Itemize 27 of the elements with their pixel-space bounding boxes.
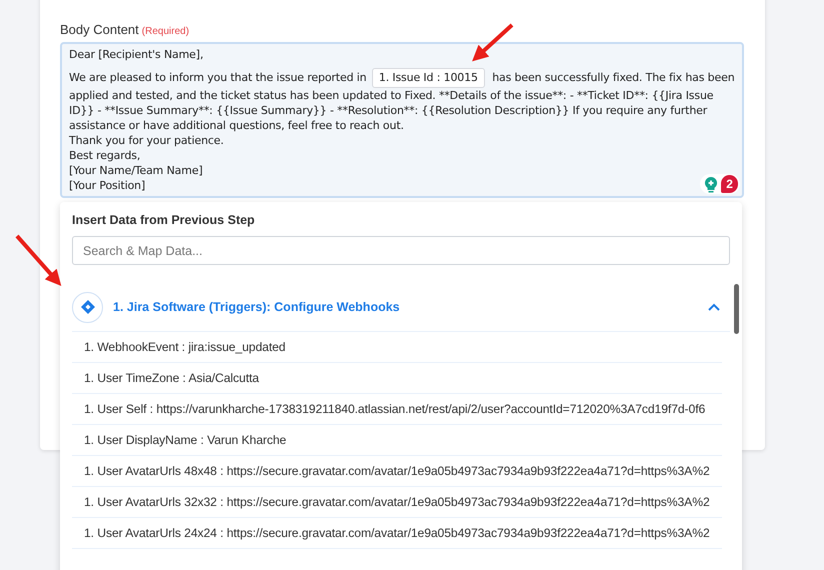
scrollbar-thumb[interactable]	[734, 284, 739, 334]
data-field-item[interactable]: 1. User Self : https://varunkharche-1738319211840.atlassian.net/rest/api/2/user?accountId=712020%3A7cd19f7d-0f6	[72, 394, 722, 425]
required-note: (Required)	[142, 26, 190, 37]
message-paragraph: We are pleased to inform you that the issue reported in 1. Issue Id : 10015 has been successfully fixed. The fix has been applied and tested, and the ticket status has been updated to Fixed. **Details of the issue**: - **Ticket ID**: {{Jira Issue ID}} - **Issue Summary**: {{Issue Summary}} - **Resolution**: {{Resolution Description}} If you require any further assistance or have additional questions, feel free to reach out.	[69, 68, 735, 133]
body-content-editor[interactable]	[60, 42, 744, 198]
panel-title: Insert Data from Previous Step	[72, 213, 256, 227]
greeting-line: Dear [Recipient's Name],	[69, 47, 204, 62]
lightbulb-icon[interactable]	[704, 176, 718, 192]
data-field-item[interactable]: 1. User AvatarUrls 48x48 : https://secure.gravatar.com/avatar/1e9a05b4973ac7934a9b93f222ea4a71?d=https%3A%2	[72, 456, 722, 487]
chevron-icon	[708, 303, 720, 311]
closing-line: [Your Position]	[69, 178, 146, 193]
data-token[interactable]: 1. Issue Id : 10015	[372, 68, 485, 88]
step-icon	[72, 292, 103, 322]
search-field[interactable]: Search & Map Data...	[72, 236, 730, 265]
step-group-header[interactable]: 1. Jira Software (Triggers): Configure Webhooks	[72, 283, 730, 332]
data-field-item[interactable]: 1. User AvatarUrls 32x32 : https://secure.gravatar.com/avatar/1e9a05b4973ac7934a9b93f222ea4a71?d=https%3A%2	[72, 487, 722, 518]
field-label: Body Content	[60, 22, 139, 37]
closing-line: Best regards,	[69, 148, 140, 163]
data-field-item[interactable]: 1. WebhookEvent : jira:issue_updated	[72, 332, 722, 363]
data-field-item[interactable]: 1. User AvatarUrls 24x24 : https://secure.gravatar.com/avatar/1e9a05b4973ac7934a9b93f222ea4a71?d=https%3A%2	[72, 518, 722, 549]
annotation-arrow	[16, 234, 62, 286]
data-field-item[interactable]: 1. User TimeZone : Asia/Calcutta	[72, 363, 722, 394]
data-field-item[interactable]: 1. User DisplayName : Varun Kharche	[72, 425, 722, 456]
annotation-arrow	[472, 24, 514, 62]
closing-line: Thank you for your patience.	[69, 133, 224, 148]
closing-line: [Your Name/Team Name]	[69, 163, 203, 178]
suggestion-count-badge[interactable]: 2	[721, 175, 738, 193]
